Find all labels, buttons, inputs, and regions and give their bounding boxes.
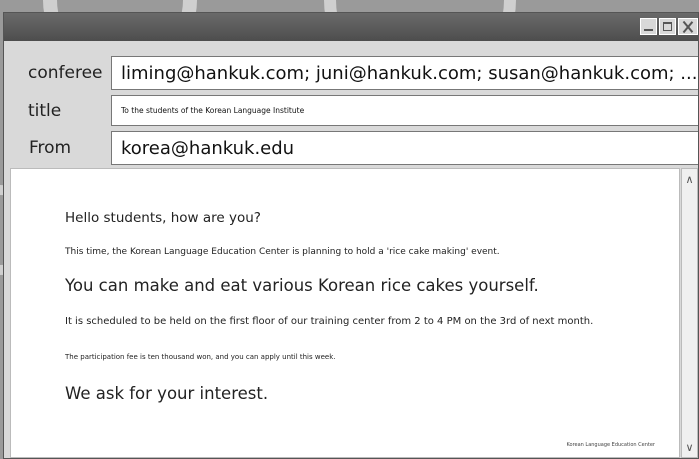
message-line-1: This time, the Korean Language Education… (65, 247, 500, 257)
conferee-row: conferee liming@hankuk.com; juni@hankuk.… (4, 54, 698, 92)
message-line-4: The participation fee is ten thousand wo… (65, 353, 336, 361)
message-line-2: You can make and eat various Korean rice… (65, 276, 539, 295)
from-field[interactable]: korea@hankuk.edu (111, 131, 698, 165)
scroll-up-icon[interactable]: ∧ (682, 171, 697, 187)
greeting-text: Hello students, how are you? (65, 210, 261, 226)
from-label: From (29, 138, 72, 158)
conferee-field[interactable]: liming@hankuk.com; juni@hankuk.com; susa… (111, 56, 698, 90)
email-window: conferee liming@hankuk.com; juni@hankuk.… (3, 12, 699, 459)
from-row: From korea@hankuk.edu (4, 129, 698, 167)
conferee-label: conferee (28, 63, 103, 83)
title-field[interactable]: To the students of the Korean Language I… (111, 95, 698, 126)
message-line-3: It is scheduled to be held on the first … (65, 316, 594, 327)
title-label: title (28, 100, 62, 121)
message-body[interactable]: Hello students, how are you? This time, … (10, 168, 680, 458)
signature-text: Korean Language Education Center (566, 442, 655, 448)
title-row: title To the students of the Korean Lang… (4, 93, 698, 128)
maximize-icon[interactable] (659, 18, 676, 35)
close-icon[interactable] (678, 18, 698, 35)
scroll-down-icon[interactable]: ∨ (682, 439, 697, 455)
message-line-5: We ask for your interest. (65, 384, 269, 403)
title-bar (4, 13, 698, 41)
minimize-icon[interactable] (640, 18, 657, 35)
vertical-scrollbar[interactable]: ∧ ∨ (681, 168, 698, 458)
